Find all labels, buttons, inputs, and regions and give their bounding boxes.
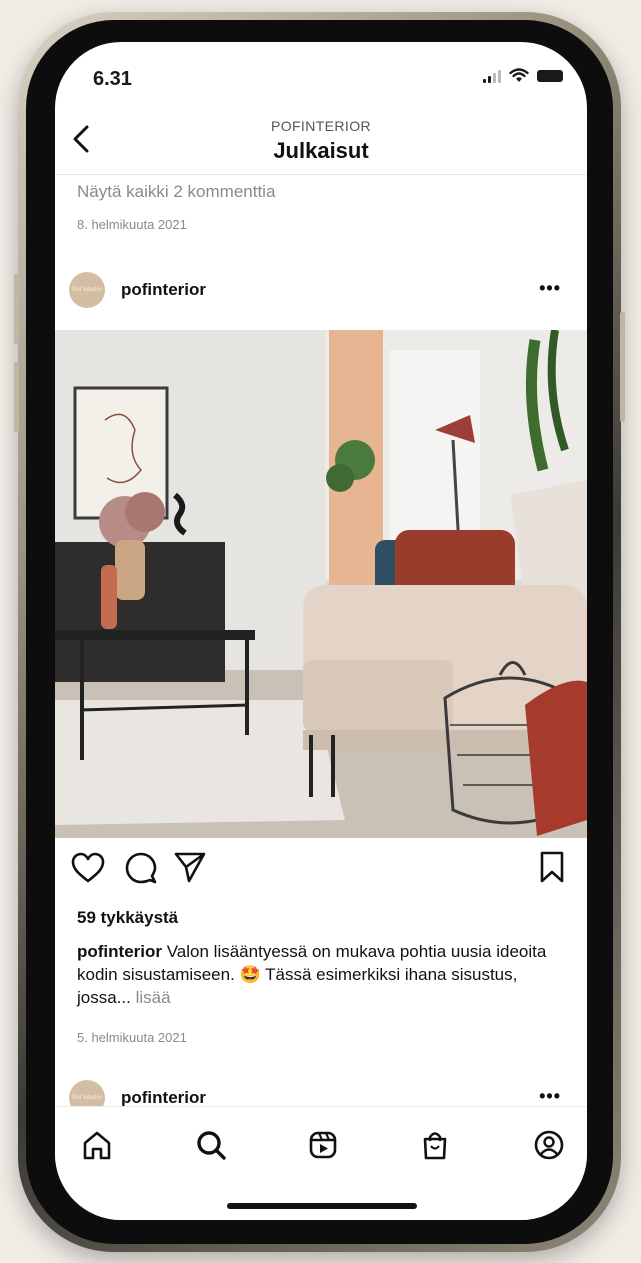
page-title: Julkaisut bbox=[273, 138, 369, 163]
status-icons bbox=[483, 68, 563, 83]
bookmark-icon[interactable] bbox=[539, 850, 565, 884]
avatar[interactable]: Pof Interior bbox=[69, 272, 105, 308]
shop-icon[interactable] bbox=[419, 1129, 451, 1161]
signal-icon bbox=[483, 69, 501, 83]
volume-up-button bbox=[14, 274, 19, 344]
reels-icon[interactable] bbox=[307, 1129, 339, 1161]
post-username[interactable]: pofinterior bbox=[121, 280, 206, 300]
header-divider bbox=[55, 174, 587, 175]
avatar-text: Pof Interior bbox=[72, 286, 102, 293]
comment-icon[interactable] bbox=[125, 852, 157, 884]
next-more-options-button[interactable]: ••• bbox=[539, 1086, 561, 1107]
post-date: 5. helmikuuta 2021 bbox=[77, 1030, 187, 1045]
wifi-icon bbox=[509, 68, 529, 82]
phone-screen: 6.31 POFINTERIOR Julkaisut Näytä kaikki … bbox=[55, 42, 587, 1220]
send-icon[interactable] bbox=[173, 850, 207, 884]
power-button bbox=[620, 312, 625, 422]
view-comments-link[interactable]: Näytä kaikki 2 kommenttia bbox=[77, 182, 275, 202]
next-post-username[interactable]: pofinterior bbox=[121, 1088, 206, 1108]
home-indicator[interactable] bbox=[227, 1203, 417, 1209]
next-avatar-text: Pof Interior bbox=[72, 1094, 102, 1101]
previous-post-date: 8. helmikuuta 2021 bbox=[77, 217, 187, 232]
post-caption: pofinterior Valon lisääntyessä on mukava… bbox=[77, 940, 557, 1009]
battery-icon bbox=[537, 69, 563, 82]
likes-count[interactable]: 59 tykkäystä bbox=[77, 908, 178, 928]
heart-icon[interactable] bbox=[71, 852, 105, 884]
status-time: 6.31 bbox=[93, 68, 132, 90]
living-room-photo[interactable] bbox=[55, 330, 587, 838]
more-options-button[interactable]: ••• bbox=[539, 278, 561, 299]
bottom-navigation bbox=[55, 1106, 587, 1220]
volume-down-button bbox=[14, 362, 19, 432]
home-icon[interactable] bbox=[81, 1129, 113, 1161]
profile-icon[interactable] bbox=[533, 1129, 565, 1161]
caption-username[interactable]: pofinterior bbox=[77, 942, 162, 961]
header-subtitle: POFINTERIOR bbox=[270, 118, 372, 134]
search-icon[interactable] bbox=[195, 1129, 227, 1161]
caption-more-link[interactable]: lisää bbox=[136, 988, 171, 1007]
